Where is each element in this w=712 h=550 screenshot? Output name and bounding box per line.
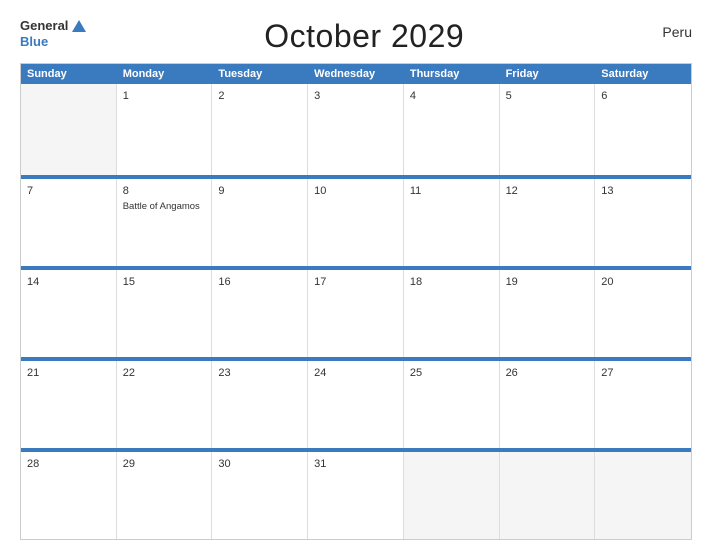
- day-cell-3-4: 25: [404, 361, 500, 448]
- day-number: 14: [27, 275, 110, 290]
- day-cell-0-2: 2: [212, 84, 308, 175]
- day-cell-4-0: 28: [21, 452, 117, 539]
- day-cell-0-6: 6: [595, 84, 691, 175]
- title-block: October 2029: [86, 18, 642, 55]
- logo-triangle-icon: [72, 20, 86, 32]
- header-sunday: Sunday: [21, 64, 117, 84]
- day-number: 15: [123, 275, 206, 290]
- day-number: 6: [601, 89, 685, 104]
- day-cell-1-5: 12: [500, 179, 596, 266]
- day-number: 8: [123, 184, 206, 199]
- day-cell-1-3: 10: [308, 179, 404, 266]
- day-number: 10: [314, 184, 397, 199]
- calendar-title: October 2029: [86, 18, 642, 55]
- day-cell-4-5: [500, 452, 596, 539]
- day-number: 24: [314, 366, 397, 381]
- day-number: 7: [27, 184, 110, 199]
- day-number: 21: [27, 366, 110, 381]
- header-monday: Monday: [117, 64, 213, 84]
- day-number: 4: [410, 89, 493, 104]
- header-wednesday: Wednesday: [308, 64, 404, 84]
- day-number: 18: [410, 275, 493, 290]
- day-number: 27: [601, 366, 685, 381]
- day-cell-3-5: 26: [500, 361, 596, 448]
- day-number: 28: [27, 457, 110, 472]
- day-cell-1-4: 11: [404, 179, 500, 266]
- day-event: Battle of Angamos: [123, 201, 206, 213]
- day-cell-4-3: 31: [308, 452, 404, 539]
- day-cell-2-2: 16: [212, 270, 308, 357]
- header-saturday: Saturday: [595, 64, 691, 84]
- day-cell-3-1: 22: [117, 361, 213, 448]
- page-header: General Blue October 2029 Peru: [20, 18, 692, 55]
- day-cell-2-5: 19: [500, 270, 596, 357]
- country-label: Peru: [642, 18, 692, 40]
- week-grid-2: 14 15 16 17 18 19 20: [21, 268, 691, 357]
- day-number: 12: [506, 184, 589, 199]
- day-cell-4-6: [595, 452, 691, 539]
- header-thursday: Thursday: [404, 64, 500, 84]
- day-number: 30: [218, 457, 301, 472]
- day-number: 20: [601, 275, 685, 290]
- day-cell-3-6: 27: [595, 361, 691, 448]
- week-row-2: 14 15 16 17 18 19 20: [21, 266, 691, 357]
- logo-general-text: General: [20, 18, 86, 34]
- day-cell-1-1: 8 Battle of Angamos: [117, 179, 213, 266]
- calendar-page: General Blue October 2029 Peru Sunday Mo…: [0, 0, 712, 550]
- day-cell-2-0: 14: [21, 270, 117, 357]
- day-number: 2: [218, 89, 301, 104]
- day-cell-0-1: 1: [117, 84, 213, 175]
- day-number: 29: [123, 457, 206, 472]
- week-row-1: 78 Battle of Angamos 9 10 11 12 13: [21, 175, 691, 266]
- week-row-3: 21 22 23 24 25 26 27: [21, 357, 691, 448]
- day-number: 9: [218, 184, 301, 199]
- day-cell-0-0: [21, 84, 117, 175]
- week-grid-3: 21 22 23 24 25 26 27: [21, 359, 691, 448]
- day-number: 22: [123, 366, 206, 381]
- day-number: 11: [410, 184, 493, 199]
- weeks-container: 12345678Battle of Angamos910111213141516…: [21, 84, 691, 539]
- day-cell-4-2: 30: [212, 452, 308, 539]
- week-row-0: 123456: [21, 84, 691, 175]
- day-cell-4-1: 29: [117, 452, 213, 539]
- day-cell-0-5: 5: [500, 84, 596, 175]
- day-cell-1-2: 9: [212, 179, 308, 266]
- logo: General Blue: [20, 18, 86, 49]
- header-friday: Friday: [500, 64, 596, 84]
- day-cell-3-3: 24: [308, 361, 404, 448]
- week-grid-0: 123456: [21, 84, 691, 175]
- week-row-4: 28 29 30 31: [21, 448, 691, 539]
- day-number: 1: [123, 89, 206, 104]
- column-headers: Sunday Monday Tuesday Wednesday Thursday…: [21, 64, 691, 84]
- day-cell-0-3: 3: [308, 84, 404, 175]
- logo-blue-text: Blue: [20, 34, 86, 50]
- day-number: 13: [601, 184, 685, 199]
- header-tuesday: Tuesday: [212, 64, 308, 84]
- day-cell-2-3: 17: [308, 270, 404, 357]
- day-number: 3: [314, 89, 397, 104]
- day-cell-4-4: [404, 452, 500, 539]
- day-cell-3-2: 23: [212, 361, 308, 448]
- day-number: 17: [314, 275, 397, 290]
- day-number: 16: [218, 275, 301, 290]
- day-cell-0-4: 4: [404, 84, 500, 175]
- day-number: 26: [506, 366, 589, 381]
- day-number: 25: [410, 366, 493, 381]
- day-cell-2-1: 15: [117, 270, 213, 357]
- day-cell-2-6: 20: [595, 270, 691, 357]
- day-number: 23: [218, 366, 301, 381]
- day-number: 19: [506, 275, 589, 290]
- day-cell-1-0: 7: [21, 179, 117, 266]
- day-cell-1-6: 13: [595, 179, 691, 266]
- day-number: 31: [314, 457, 397, 472]
- week-grid-1: 78 Battle of Angamos 9 10 11 12 13: [21, 177, 691, 266]
- day-cell-3-0: 21: [21, 361, 117, 448]
- week-grid-4: 28 29 30 31: [21, 450, 691, 539]
- day-cell-2-4: 18: [404, 270, 500, 357]
- calendar-grid: Sunday Monday Tuesday Wednesday Thursday…: [20, 63, 692, 540]
- day-number: 5: [506, 89, 589, 104]
